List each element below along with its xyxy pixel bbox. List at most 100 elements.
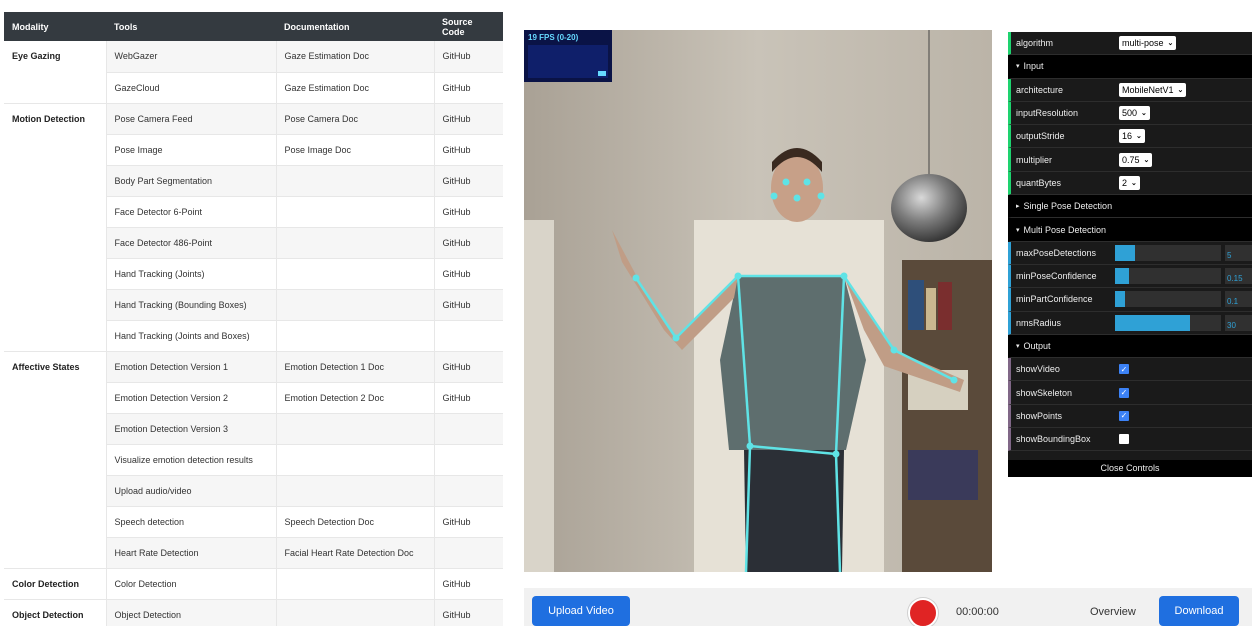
book [908,280,924,330]
control-label: multiplier [1016,154,1053,165]
folder-input[interactable]: ▾ Input [1008,55,1252,79]
tool-link[interactable]: Face Detector 486-Point [106,227,277,259]
source-link[interactable]: GitHub [434,351,503,383]
select-value: 500 [1122,108,1138,119]
control-label: showPoints [1016,410,1063,421]
tool-link[interactable]: Upload audio/video [106,475,277,507]
check-icon: ✓ [1120,388,1128,398]
control-showpoints: showPoints ✓ [1008,404,1252,429]
video-feed [524,30,992,572]
tool-link[interactable]: Hand Tracking (Bounding Boxes) [106,289,277,321]
select-value: multi-pose [1122,38,1164,49]
checkbox[interactable]: ✓ [1119,364,1129,375]
keypoint [770,192,778,200]
source-link[interactable]: GitHub [434,134,503,166]
tool-link[interactable]: Emotion Detection Version 1 [106,351,277,383]
folder-label: Output [1023,341,1051,351]
source-link[interactable]: GitHub [434,382,503,414]
source-link[interactable]: GitHub [434,568,503,600]
slider-track[interactable] [1115,291,1221,308]
doc-link[interactable]: Gaze Estimation Doc [276,72,435,104]
fps-label: 19 FPS (0-20) [528,33,579,42]
fps-graph [528,45,608,78]
architecture-select[interactable]: MobileNetV1 ⌄ [1119,82,1187,97]
checkbox-group: showVideo ✓ showSkeleton ✓ showPoints ✓ showBo… [1008,358,1252,452]
algorithm-select[interactable]: multi-pose ⌄ [1119,36,1177,51]
folder-multi-pose[interactable]: ▾ Multi Pose Detection [1008,218,1252,242]
slider-track[interactable] [1115,314,1221,331]
screen: Modality Tools Documentation Source Code… [0,0,1252,626]
source-link[interactable]: GitHub [434,227,503,259]
tool-link[interactable]: WebGazer [106,41,277,73]
doc-link[interactable]: Gaze Estimation Doc [276,41,435,73]
source-link[interactable]: GitHub [434,165,503,197]
tool-link[interactable]: Hand Tracking (Joints and Boxes) [106,320,277,352]
checkbox[interactable]: ✓ [1119,410,1129,421]
tool-link[interactable]: Emotion Detection Version 2 [106,382,277,414]
book [938,282,952,330]
slider-value-input[interactable]: 0.15 [1225,268,1252,285]
multiplier-select[interactable]: 0.75 ⌄ [1119,152,1153,167]
slider-value-input[interactable]: 0.1 [1225,291,1252,308]
source-link[interactable]: GitHub [434,41,503,73]
doc-link [276,568,435,600]
slider-group: maxPoseDetections 5 minPoseConfidence 0.15 m… [1008,241,1252,335]
header-documentation: Documentation [276,12,434,41]
keypoint [803,178,811,186]
overview-link[interactable]: Overview [1090,606,1136,618]
folder-single-pose[interactable]: ▸ Single Pose Detection [1008,195,1252,219]
tool-link[interactable]: Pose Image [106,134,277,166]
slider-value-input[interactable]: 30 [1225,314,1252,331]
chevron-down-icon: ⌄ [1167,40,1174,48]
tool-link[interactable]: Speech detection [106,506,277,538]
output-stride-select[interactable]: 16 ⌄ [1119,129,1145,144]
slider-track[interactable] [1115,244,1221,261]
tool-link[interactable]: Body Part Segmentation [106,165,277,197]
tool-link[interactable]: Face Detector 6-Point [106,196,277,228]
caret-down-icon: ▾ [1016,343,1020,350]
source-link[interactable]: GitHub [434,289,503,321]
tool-link[interactable]: Heart Rate Detection [106,537,277,569]
input-resolution-select[interactable]: 500 ⌄ [1119,106,1150,121]
doc-link[interactable]: Pose Image Doc [276,134,435,166]
slider-track[interactable] [1115,268,1221,285]
doc-link[interactable]: Facial Heart Rate Detection Doc [276,537,435,569]
folder-output[interactable]: ▾ Output [1008,334,1252,359]
keypoint [746,442,754,450]
slider-fill [1115,291,1125,308]
chevron-down-icon: ⌄ [1131,179,1137,187]
quant-bytes-select[interactable]: 2 ⌄ [1119,175,1140,190]
fps-bar [598,71,606,76]
download-button[interactable]: Download [1159,596,1239,626]
table-body: Eye Gazing WebGazer Gaze Estimation Doc Git… [4,41,503,626]
source-link[interactable]: GitHub [434,258,503,290]
keypoint [832,450,840,458]
source-link[interactable]: GitHub [434,506,503,538]
doc-link[interactable]: Speech Detection Doc [276,506,435,538]
slider-value-input[interactable]: 5 [1225,244,1252,261]
checkbox[interactable] [1119,434,1129,445]
close-controls-button[interactable]: Close Controls [1008,460,1252,477]
doc-link[interactable]: Emotion Detection 1 Doc [276,351,435,383]
source-link [434,537,503,569]
source-link[interactable]: GitHub [434,196,503,228]
control-label: quantBytes [1016,177,1062,188]
tool-link[interactable]: Visualize emotion detection results [106,444,277,476]
tool-link[interactable]: Color Detection [106,568,277,600]
doc-link[interactable]: Pose Camera Doc [276,103,435,135]
checkbox[interactable]: ✓ [1119,387,1129,398]
header-modality: Modality [4,12,106,41]
source-link[interactable]: GitHub [434,103,503,135]
tool-link[interactable]: Hand Tracking (Joints) [106,258,277,290]
record-button[interactable] [908,598,938,626]
source-link[interactable]: GitHub [434,72,503,104]
tool-link[interactable]: Emotion Detection Version 3 [106,413,277,445]
source-link[interactable]: GitHub [434,599,503,626]
doc-link [276,289,435,321]
tool-link[interactable]: GazeCloud [106,72,277,104]
upload-video-button[interactable]: Upload Video [532,596,630,626]
tool-link[interactable]: Object Detection [106,599,277,626]
doc-link [276,227,435,259]
doc-link[interactable]: Emotion Detection 2 Doc [276,382,435,414]
tool-link[interactable]: Pose Camera Feed [106,103,277,135]
